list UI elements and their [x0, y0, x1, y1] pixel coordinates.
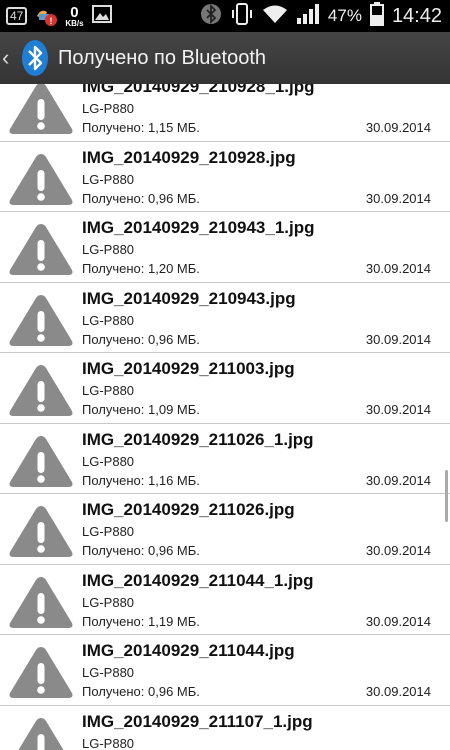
file-list-item[interactable]: IMG_20140929_211044.jpg LG-P880 Получено… — [0, 635, 450, 706]
file-source-device: LG-P880 — [82, 171, 135, 187]
battery-icon — [369, 1, 384, 31]
file-name: IMG_20140929_211044.jpg — [82, 641, 295, 660]
file-list-item[interactable]: IMG_20140929_210943_1.jpg LG-P880 Получе… — [0, 212, 450, 283]
file-list-item[interactable]: IMG_20140929_211003.jpg LG-P880 Получено… — [0, 353, 450, 424]
network-speed: 0 KB/s — [65, 5, 83, 28]
file-date: 30.09.2014 — [365, 472, 431, 488]
warning-icon — [8, 433, 74, 489]
file-date: 30.09.2014 — [365, 120, 431, 135]
action-bar: ‹ Получено по Bluetooth — [0, 32, 450, 84]
battery-level-icon: 47 — [6, 7, 28, 25]
battery-percent: 47% — [327, 6, 362, 25]
page-title: Получено по Bluetooth — [58, 46, 267, 69]
bluetooth-logo-icon[interactable] — [20, 38, 50, 78]
warning-icon — [8, 715, 74, 750]
scrollbar[interactable] — [445, 470, 448, 522]
file-name: IMG_20140929_211003.jpg — [82, 359, 295, 378]
file-list-item[interactable]: IMG_20140929_210943.jpg LG-P880 Получено… — [0, 283, 450, 353]
file-name: IMG_20140929_210928_1.jpg — [82, 84, 315, 96]
status-bar: 47 ! 0 KB/s 47% 14:42 — [0, 0, 450, 32]
file-list-item[interactable]: IMG_20140929_211026_1.jpg LG-P880 Получе… — [0, 424, 450, 494]
file-size: Получено: 1,15 МБ. — [82, 120, 200, 135]
warning-icon — [8, 362, 74, 418]
received-files-list[interactable]: IMG_20140929_210928_1.jpg LG-P880 Получе… — [0, 84, 450, 750]
warning-icon — [8, 221, 74, 277]
clock: 14:42 — [391, 4, 442, 27]
phone-vibrate-icon — [230, 2, 254, 31]
signal-icon — [296, 3, 320, 30]
svg-text:!: ! — [50, 16, 53, 26]
file-name: IMG_20140929_210943.jpg — [82, 288, 296, 308]
file-date: 30.09.2014 — [365, 402, 431, 417]
file-size: Получено: 1,16 МБ. — [82, 472, 200, 488]
warning-icon — [8, 151, 74, 207]
file-name: IMG_20140929_211107_1.jpg — [82, 711, 313, 731]
warning-icon — [8, 574, 74, 630]
back-icon[interactable]: ‹ — [2, 45, 16, 71]
file-name: IMG_20140929_210943_1.jpg — [82, 218, 315, 237]
file-source-device: LG-P880 — [82, 594, 135, 610]
file-date: 30.09.2014 — [365, 543, 431, 558]
file-source-device: LG-P880 — [82, 665, 135, 680]
file-source-device: LG-P880 — [82, 453, 135, 469]
warning-icon — [8, 644, 74, 700]
file-name: IMG_20140929_211026_1.jpg — [82, 429, 314, 449]
warning-icon — [8, 84, 74, 136]
file-date: 30.09.2014 — [365, 684, 431, 699]
file-date: 30.09.2014 — [365, 261, 431, 276]
file-name: IMG_20140929_211026.jpg — [82, 500, 295, 519]
file-source-device: LG-P880 — [82, 242, 135, 257]
file-list-item[interactable]: IMG_20140929_211107_1.jpg LG-P880 — [0, 706, 450, 750]
network-speed-value: 0 — [70, 3, 79, 21]
bluetooth-icon — [200, 3, 222, 30]
warning-icon — [8, 292, 74, 348]
wifi-icon — [262, 4, 288, 29]
file-size: Получено: 0,96 МБ. — [82, 190, 200, 206]
file-source-device: LG-P880 — [82, 101, 135, 116]
file-date: 30.09.2014 — [365, 331, 431, 347]
file-source-device: LG-P880 — [82, 312, 135, 328]
file-name: IMG_20140929_210928.jpg — [82, 147, 296, 167]
file-source-device: LG-P880 — [82, 524, 135, 539]
file-list-item[interactable]: IMG_20140929_211026.jpg LG-P880 Получено… — [0, 494, 450, 565]
file-list-item[interactable]: IMG_20140929_210928.jpg LG-P880 Получено… — [0, 142, 450, 212]
file-size: Получено: 1,20 МБ. — [82, 261, 200, 276]
file-size: Получено: 1,19 МБ. — [82, 613, 200, 629]
warning-icon — [8, 503, 74, 559]
file-size: Получено: 1,09 МБ. — [82, 402, 200, 417]
file-list-item[interactable]: IMG_20140929_211044_1.jpg LG-P880 Получе… — [0, 565, 450, 635]
file-date: 30.09.2014 — [365, 613, 431, 629]
notification-badge-icon: ! — [35, 6, 58, 26]
file-size: Получено: 0,96 МБ. — [82, 543, 200, 558]
image-icon — [91, 4, 112, 28]
file-source-device: LG-P880 — [82, 383, 135, 398]
file-date: 30.09.2014 — [365, 190, 431, 206]
file-list-item[interactable]: IMG_20140929_210928_1.jpg LG-P880 Получе… — [0, 84, 450, 142]
file-size: Получено: 0,96 МБ. — [82, 331, 200, 347]
file-name: IMG_20140929_211044_1.jpg — [82, 570, 314, 590]
network-speed-unit: KB/s — [65, 18, 84, 28]
file-size: Получено: 0,96 МБ. — [82, 684, 200, 699]
file-source-device: LG-P880 — [82, 735, 135, 750]
